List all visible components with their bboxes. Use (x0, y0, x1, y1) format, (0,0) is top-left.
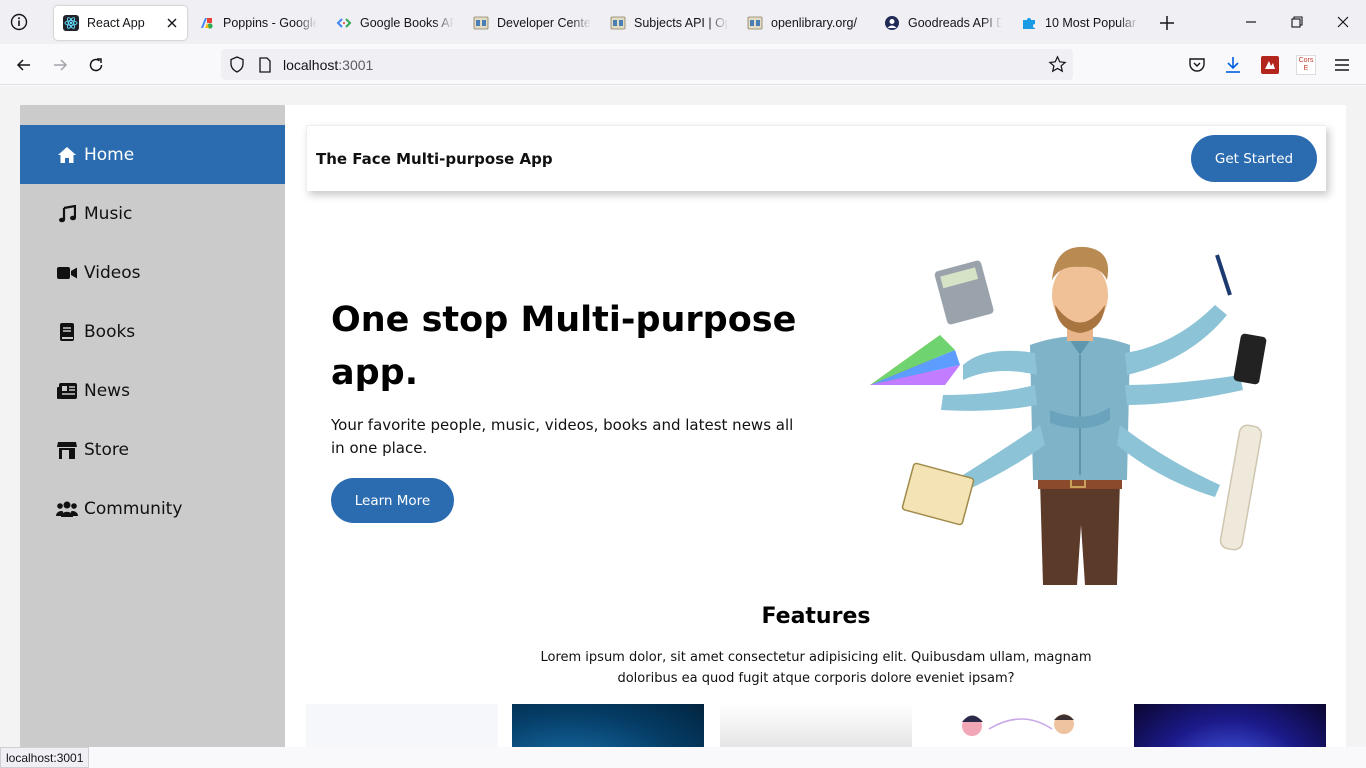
sidebar-item-label: Store (84, 439, 129, 460)
tab-title: React App (87, 16, 145, 30)
users-icon (56, 499, 78, 519)
sidebar-item-label: Music (84, 203, 133, 224)
downloads-icon[interactable] (1223, 55, 1243, 75)
browser-nav-bar: localhost:3001 Cors E (0, 44, 1366, 85)
sidebar-item-videos[interactable]: Videos (20, 243, 285, 302)
learn-more-button[interactable]: Learn More (331, 478, 454, 523)
feature-card-4[interactable] (927, 704, 1119, 747)
back-icon[interactable] (14, 55, 34, 75)
close-window-icon[interactable] (1333, 12, 1353, 32)
address-bar[interactable]: localhost:3001 (221, 49, 1073, 80)
home-icon (56, 145, 78, 165)
tab-poppins[interactable]: Poppins - Google Fonts (199, 6, 317, 40)
tab-google-books-api[interactable]: Google Books API (336, 6, 454, 40)
puzzle-icon (1023, 18, 1035, 29)
forward-icon[interactable] (50, 55, 70, 75)
video-icon (56, 263, 78, 283)
sidebar-item-community[interactable]: Community (20, 479, 285, 538)
status-bar: localhost:3001 (0, 747, 90, 768)
extension-red-icon[interactable] (1260, 55, 1280, 75)
url-text: localhost:3001 (283, 57, 373, 73)
reload-icon[interactable] (86, 55, 106, 75)
sidebar-item-label: Books (84, 321, 136, 342)
openlibrary-icon (473, 16, 489, 30)
sidebar-item-label: Home (84, 144, 135, 165)
pocket-icon[interactable] (1187, 55, 1207, 75)
google-fonts-icon (201, 18, 213, 29)
feature-card-5[interactable] (1134, 704, 1326, 747)
get-started-button[interactable]: Get Started (1191, 135, 1317, 182)
newspaper-icon (56, 381, 78, 401)
sidebar-item-books[interactable]: Books (20, 302, 285, 361)
page-icon[interactable] (258, 57, 272, 73)
tab-title: openlibrary.org/ (771, 16, 857, 30)
book-icon (56, 322, 78, 342)
people-illustration (962, 714, 1074, 736)
google-developers-icon (336, 18, 352, 28)
feature-card-2[interactable] (512, 704, 704, 747)
url-port: :3001 (338, 57, 374, 73)
feature-card-3[interactable] (720, 704, 912, 747)
tab-openlibrary[interactable]: openlibrary.org/ (747, 6, 865, 40)
cors-extension-icon[interactable]: Cors E (1296, 55, 1316, 75)
shield-icon[interactable] (229, 56, 245, 73)
tab-popular-apis[interactable]: 10 Most Popular APIs (1021, 6, 1139, 40)
close-tab-icon[interactable] (165, 16, 179, 30)
tab-subjects-api[interactable]: Subjects API | Open Library (610, 6, 728, 40)
restore-icon[interactable] (1287, 12, 1307, 32)
minimize-icon[interactable] (1241, 12, 1261, 32)
sidebar-item-home[interactable]: Home (20, 125, 285, 184)
info-icon[interactable] (10, 13, 28, 31)
hero-title: One stop Multi-purpose app. (331, 300, 797, 393)
browser-tab-strip: React App Poppins - Google Fonts Google … (0, 0, 1366, 44)
new-tab-icon[interactable] (1158, 14, 1176, 32)
sidebar: Home Music Videos Books News Store Commu… (20, 105, 285, 747)
multitasking-man-illustration (870, 246, 1267, 585)
tab-goodreads-api[interactable]: Goodreads API Docs (884, 6, 1002, 40)
sidebar-item-label: News (84, 380, 130, 401)
menu-icon[interactable] (1332, 55, 1352, 75)
music-icon (56, 204, 78, 224)
app-header: The Face Multi-purpose App Get Started (306, 125, 1326, 191)
sidebar-item-label: Videos (84, 262, 141, 283)
openlibrary-icon (610, 16, 626, 30)
sidebar-item-label: Community (84, 498, 183, 519)
react-icon (63, 15, 79, 31)
sidebar-item-news[interactable]: News (20, 361, 285, 420)
tab-developer-center[interactable]: Developer Center (473, 6, 591, 40)
hero-subtitle: Your favorite people, music, videos, boo… (331, 416, 794, 457)
store-icon (56, 440, 78, 460)
sidebar-item-store[interactable]: Store (20, 420, 285, 479)
url-host: localhost (283, 57, 339, 73)
goodreads-icon (885, 16, 899, 30)
features-description: Lorem ipsum dolor, sit amet consectetur … (540, 650, 1092, 686)
app-brand: The Face Multi-purpose App (316, 150, 553, 168)
tab-react-app[interactable]: React App (54, 6, 187, 40)
bookmark-star-icon[interactable] (1048, 55, 1067, 74)
cors-extension-label: Cors E (1298, 57, 1314, 72)
app-container: Home Music Videos Books News Store Commu… (20, 105, 1346, 747)
page-viewport: Home Music Videos Books News Store Commu… (0, 86, 1366, 747)
features-title: Features (761, 604, 871, 629)
sidebar-item-music[interactable]: Music (20, 184, 285, 243)
openlibrary-icon (747, 16, 763, 30)
feature-card-1[interactable] (306, 704, 498, 747)
